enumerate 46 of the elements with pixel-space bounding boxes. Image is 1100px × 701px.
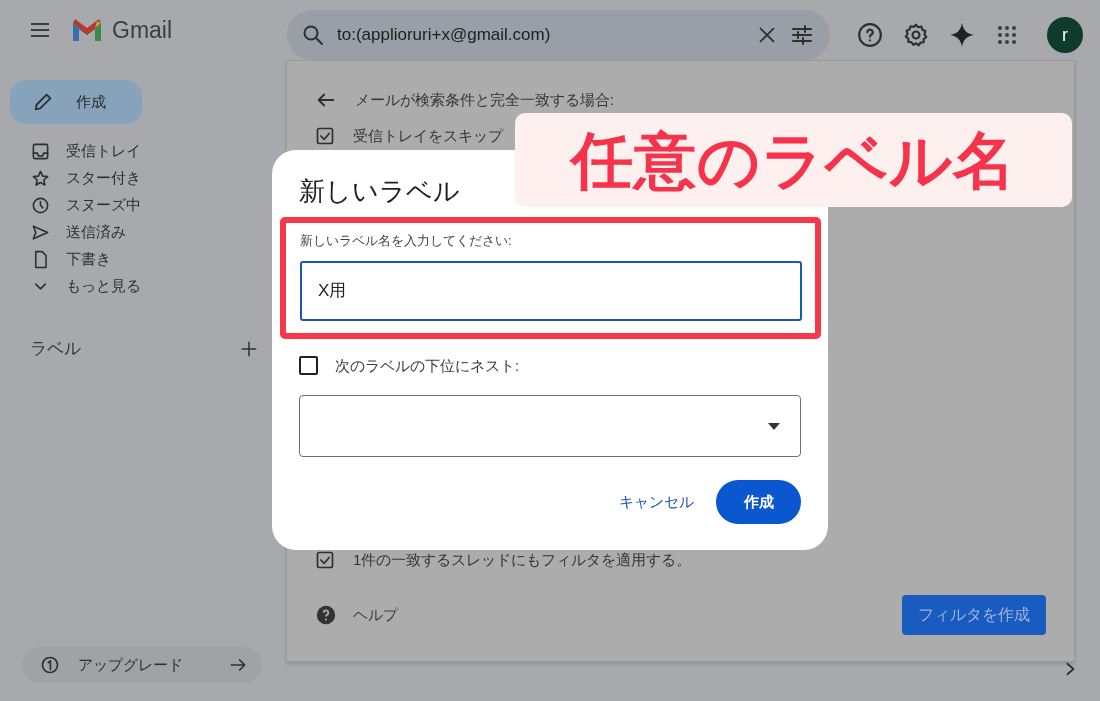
avatar[interactable]: r <box>1047 17 1083 53</box>
star-icon <box>31 169 50 188</box>
apps-grid-icon[interactable] <box>995 23 1019 47</box>
filter-options-icon[interactable] <box>790 23 814 47</box>
clock-icon <box>31 196 50 215</box>
nav-item[interactable]: 送信済み <box>0 219 286 246</box>
nav-item[interactable]: 受信トレイ <box>0 138 286 165</box>
create-button[interactable]: 作成 <box>716 480 801 524</box>
cancel-button[interactable]: キャンセル <box>619 484 694 520</box>
search-bar[interactable]: to:(applioruri+x@gmail.com) <box>287 10 830 60</box>
parent-label-dropdown[interactable] <box>299 395 801 458</box>
pencil-icon <box>32 91 54 113</box>
labels-heading: ラベル <box>30 338 81 360</box>
help-icon[interactable] <box>315 604 337 626</box>
create-filter-button[interactable]: フィルタを作成 <box>902 595 1046 635</box>
label-name-field[interactable]: X用 <box>300 260 802 321</box>
number-one-icon <box>40 655 60 675</box>
help-icon[interactable] <box>857 22 883 48</box>
upgrade-button[interactable]: アップグレード <box>22 647 262 683</box>
settings-icon[interactable] <box>903 22 929 48</box>
envelope-icon <box>70 17 104 43</box>
panel-heading: メールが検索条件と完全一致する場合: <box>355 89 615 110</box>
gmail-logo[interactable]: Gmail <box>70 12 173 48</box>
callout-label: 任意のラベル名 <box>515 113 1072 207</box>
nav-item[interactable]: スター付き <box>0 165 286 192</box>
help-link[interactable]: ヘルプ <box>353 603 398 627</box>
search-icon[interactable] <box>301 23 325 47</box>
search-field[interactable]: to:(applioruri+x@gmail.com) <box>337 22 744 48</box>
inbox-icon <box>31 142 50 161</box>
sparkle-icon[interactable] <box>949 22 975 48</box>
field-label: 新しいラベル名を入力してください: <box>300 232 513 251</box>
option-label: 1件の一致するスレッドにもフィルタを適用する。 <box>353 549 692 570</box>
app-name: Gmail <box>112 15 173 45</box>
checkbox[interactable] <box>315 550 335 570</box>
option-label: 受信トレイをスキップ <box>353 125 503 146</box>
nav-item[interactable]: 下書き <box>0 246 286 273</box>
checkbox-label: 次のラベルの下位にネスト: <box>335 355 520 376</box>
send-icon <box>31 223 50 242</box>
dropdown-caret-icon <box>768 422 780 430</box>
compose-button[interactable]: 作成 <box>10 80 142 124</box>
nav-item[interactable]: スヌーズ中 <box>0 192 286 219</box>
checkbox[interactable] <box>299 356 318 376</box>
nav-item[interactable]: もっと見る <box>0 273 286 300</box>
checkbox[interactable] <box>315 126 335 146</box>
dialog-title: 新しいラベル <box>299 176 461 208</box>
plus-icon[interactable] <box>240 339 258 358</box>
